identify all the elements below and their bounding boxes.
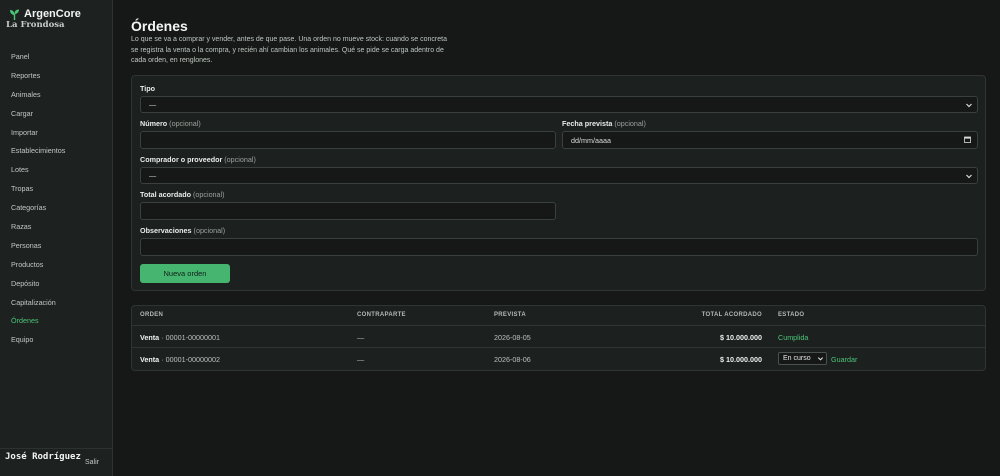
sidebar-item-categorias[interactable]: Categorías xyxy=(0,199,112,218)
total-input[interactable] xyxy=(140,202,556,220)
fecha-label: Fecha prevista (opcional) xyxy=(562,119,646,128)
numero-optional-hint: (opcional) xyxy=(169,119,201,128)
sidebar-item-reportes[interactable]: Reportes xyxy=(0,67,112,86)
user-name: José Rodríguez xyxy=(5,452,81,462)
col-total[interactable]: TOTAL ACORDADO xyxy=(702,312,762,318)
sidebar-item-equipo[interactable]: Equipo xyxy=(0,331,112,350)
sidebar-item-panel[interactable]: Panel xyxy=(0,48,112,67)
calendar-icon[interactable] xyxy=(964,136,971,143)
fecha-input-value: dd/mm/aaaa xyxy=(571,135,611,145)
total-label-text: Total acordado xyxy=(140,190,191,199)
sidebar-item-ordenes[interactable]: Órdenes xyxy=(0,312,112,331)
order-date: 2026-08-06 xyxy=(494,355,531,364)
sidebar: ArgenCore La Frondosa Panel Reportes Ani… xyxy=(0,0,113,476)
table-row[interactable]: Venta · 00001-00000002 — 2026-08-06 $ 10… xyxy=(132,348,985,370)
page-title: Órdenes xyxy=(131,18,188,34)
sidebar-item-personas[interactable]: Personas xyxy=(0,237,112,256)
contraparte-select-value: — xyxy=(149,171,157,180)
order-id: Venta · 00001-00000001 xyxy=(140,333,220,342)
status-badge: Cumplida xyxy=(778,333,809,342)
app-name: ArgenCore xyxy=(24,8,81,20)
order-total: $ 10.000.000 xyxy=(720,355,762,364)
sidebar-item-cargar[interactable]: Cargar xyxy=(0,105,112,124)
status-select-value: En curso xyxy=(783,355,811,362)
fecha-input[interactable]: dd/mm/aaaa xyxy=(562,131,978,149)
sidebar-item-razas[interactable]: Razas xyxy=(0,218,112,237)
user-bar: José Rodríguez Salir xyxy=(0,448,112,476)
sidebar-item-lotes[interactable]: Lotes xyxy=(0,161,112,180)
numero-label-text: Número xyxy=(140,119,168,128)
contraparte-label-text: Comprador o proveedor xyxy=(140,155,223,164)
contraparte-optional-hint: (opcional) xyxy=(224,155,256,164)
sidebar-item-deposito[interactable]: Depósito xyxy=(0,275,112,294)
sidebar-item-productos[interactable]: Productos xyxy=(0,256,112,275)
sidebar-item-animales[interactable]: Animales xyxy=(0,86,112,105)
fecha-label-text: Fecha prevista xyxy=(562,119,613,128)
order-date: 2026-08-05 xyxy=(494,333,531,342)
col-orden[interactable]: ORDEN xyxy=(140,312,163,318)
col-contraparte[interactable]: CONTRAPARTE xyxy=(357,312,406,318)
page-intro: Lo que se va a comprar y vender, antes d… xyxy=(131,36,447,64)
sidebar-item-capitalizacion[interactable]: Capitalización xyxy=(0,294,112,313)
save-status-button[interactable]: Guardar xyxy=(831,355,857,364)
order-type: Venta xyxy=(140,333,160,342)
orders-table: ORDEN CONTRAPARTE PREVISTA TOTAL ACORDAD… xyxy=(131,305,986,371)
order-total: $ 10.000.000 xyxy=(720,333,762,342)
sidebar-item-tropas[interactable]: Tropas xyxy=(0,180,112,199)
table-row[interactable]: Venta · 00001-00000001 — 2026-08-05 $ 10… xyxy=(132,326,985,348)
tipo-label: Tipo xyxy=(140,84,155,93)
order-number: · 00001-00000001 xyxy=(161,333,220,342)
tipo-select-value: — xyxy=(149,100,157,109)
order-counterpart: — xyxy=(357,333,365,342)
sidebar-nav: Panel Reportes Animales Cargar Importar … xyxy=(0,48,112,350)
chevron-down-icon xyxy=(966,103,972,108)
sprout-logo-icon xyxy=(10,9,19,20)
total-optional-hint: (opcional) xyxy=(192,190,225,199)
total-label: Total acordado (opcional) xyxy=(140,190,225,199)
order-id: Venta · 00001-00000002 xyxy=(140,355,220,364)
fecha-optional-hint: (opcional) xyxy=(614,119,646,128)
tipo-label-text: Tipo xyxy=(140,84,156,93)
sidebar-item-establecimientos[interactable]: Establecimientos xyxy=(0,142,112,161)
sidebar-item-importar[interactable]: Importar xyxy=(0,124,112,143)
contraparte-label: Comprador o proveedor (opcional) xyxy=(140,155,256,164)
order-type: Venta xyxy=(140,355,160,364)
tipo-select[interactable]: — xyxy=(140,96,978,113)
status-select[interactable]: En curso xyxy=(778,352,827,365)
brand[interactable]: ArgenCore xyxy=(10,8,81,20)
farm-name: La Frondosa xyxy=(6,20,65,30)
observaciones-label-text: Observaciones xyxy=(140,226,192,235)
table-header: ORDEN CONTRAPARTE PREVISTA TOTAL ACORDAD… xyxy=(132,306,985,326)
col-prevista[interactable]: PREVISTA xyxy=(494,312,526,318)
observaciones-optional-hint: (opcional) xyxy=(193,226,226,235)
chevron-down-icon xyxy=(966,174,972,179)
contraparte-select[interactable]: — xyxy=(140,167,978,184)
numero-input[interactable] xyxy=(140,131,556,149)
new-order-form: Tipo — Número (opcional) Fecha prevista … xyxy=(131,75,986,291)
observaciones-label: Observaciones (opcional) xyxy=(140,226,225,235)
chevron-down-icon xyxy=(817,357,824,361)
order-number: · 00001-00000002 xyxy=(161,355,220,364)
order-counterpart: — xyxy=(357,355,365,364)
numero-label: Número (opcional) xyxy=(140,119,201,128)
col-estado[interactable]: ESTADO xyxy=(778,312,804,318)
logout-link[interactable]: Salir xyxy=(85,459,99,466)
new-order-button[interactable]: Nueva orden xyxy=(140,264,230,283)
observaciones-input[interactable] xyxy=(140,238,978,256)
